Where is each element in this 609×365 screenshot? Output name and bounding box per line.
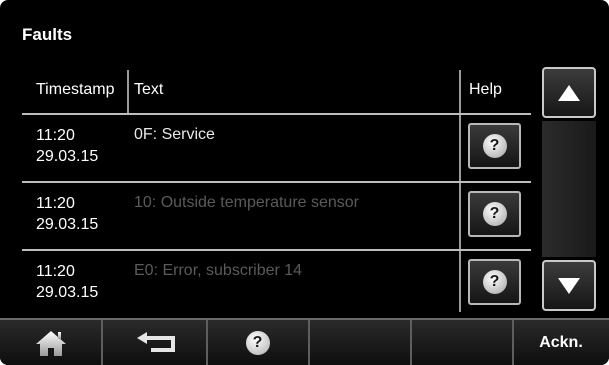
- empty-softkey[interactable]: [309, 320, 412, 365]
- acknowledge-button[interactable]: Ackn.: [513, 320, 609, 365]
- column-header-timestamp: Timestamp: [36, 81, 115, 98]
- home-button[interactable]: [0, 320, 103, 365]
- question-icon: ?: [482, 134, 507, 158]
- timestamp-cell: 11:20 29.03.15: [36, 261, 98, 303]
- empty-softkey[interactable]: [411, 320, 514, 365]
- date-value: 29.03.15: [36, 216, 99, 233]
- triangle-down-icon: [558, 277, 580, 294]
- page-title: Faults: [22, 25, 73, 44]
- scroll-down-button[interactable]: [542, 260, 596, 311]
- return-arrow-icon: [136, 331, 175, 352]
- triangle-up-icon: [558, 84, 580, 101]
- column-divider: [127, 70, 129, 113]
- question-icon: ?: [482, 270, 507, 294]
- table-row[interactable]: 11:20 29.03.15 E0: Error, subscriber 14 …: [22, 251, 531, 312]
- help-button[interactable]: ?: [468, 259, 521, 305]
- fault-text: E0: Error, subscriber 14: [134, 262, 303, 279]
- column-header-text: Text: [134, 81, 164, 98]
- help-button[interactable]: ?: [468, 191, 521, 237]
- fault-text: 10: Outside temperature sensor: [134, 194, 360, 211]
- date-value: 29.03.15: [36, 284, 99, 301]
- help-button[interactable]: ?: [468, 123, 521, 169]
- acknowledge-label: Ackn.: [539, 333, 583, 351]
- header: Faults: [8, 7, 601, 63]
- back-button[interactable]: [105, 320, 208, 365]
- fault-text: 0F: Service: [134, 126, 215, 143]
- time-value: 11:20: [36, 127, 75, 144]
- question-icon: ?: [245, 330, 270, 355]
- scrollbar-track[interactable]: [542, 121, 596, 257]
- table-row[interactable]: 11:20 29.03.15 0F: Service ?: [22, 115, 531, 183]
- column-header-help: Help: [469, 81, 502, 98]
- question-icon: ?: [482, 202, 507, 226]
- scroll-up-button[interactable]: [542, 67, 596, 118]
- date-value: 29.03.15: [36, 148, 99, 165]
- table-row[interactable]: 11:20 29.03.15 10: Outside temperature s…: [22, 183, 531, 251]
- timestamp-cell: 11:20 29.03.15: [36, 193, 98, 235]
- timestamp-cell: 11:20 29.03.15: [36, 125, 98, 167]
- time-value: 11:20: [36, 195, 75, 212]
- time-value: 11:20: [36, 263, 75, 280]
- faults-screen: Faults Timestamp Text Help 11:20 29.03.1…: [0, 0, 609, 365]
- help-footer-button[interactable]: ?: [207, 320, 310, 365]
- home-icon: [35, 330, 66, 356]
- bottom-toolbar: ? Ackn.: [0, 318, 609, 365]
- faults-table: Timestamp Text Help 11:20 29.03.15 0F: S…: [22, 67, 531, 312]
